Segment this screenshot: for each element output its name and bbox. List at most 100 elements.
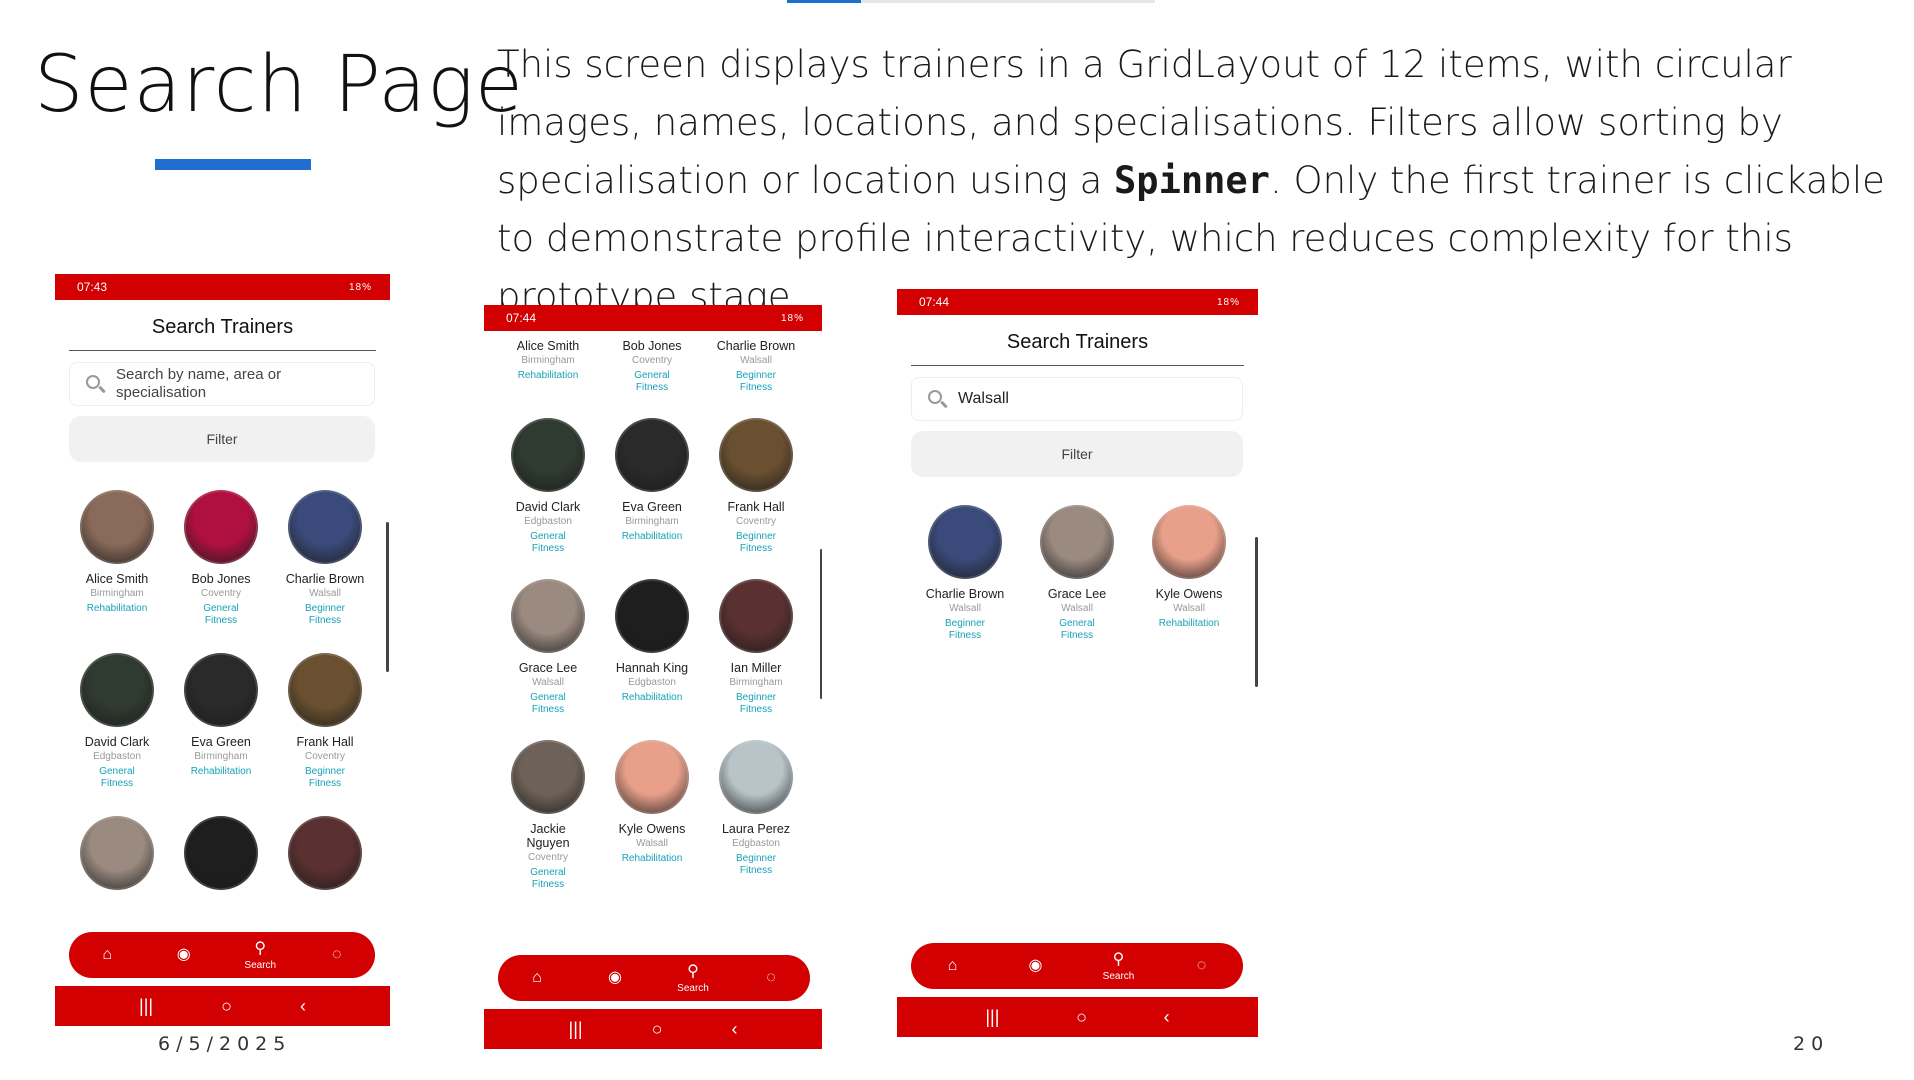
trainer-avatar (928, 505, 1002, 579)
title-divider (911, 365, 1244, 366)
status-bar: 07:43 18% (55, 274, 390, 300)
trainer-name: Eva Green (622, 500, 682, 514)
trainer-location: Birmingham (194, 751, 248, 762)
trainer-card[interactable]: Grace Lee Walsall General Fitness (1021, 505, 1133, 642)
trainer-name: Laura Perez (721, 822, 791, 836)
trainer-card[interactable]: Ian Miller Birmingham Beginner Fitness (704, 579, 808, 716)
trainer-avatar (80, 490, 154, 564)
trainer-card[interactable]: Alice Smith Birmingham Rehabilitation (496, 331, 600, 394)
trainer-card[interactable] (65, 816, 169, 903)
scrollbar[interactable] (1255, 537, 1258, 687)
trainer-card[interactable]: Hannah King Edgbaston Rehabilitation (600, 579, 704, 716)
bottom-navigation: ⌂ ◉ ⚲ Search ◌ (69, 932, 375, 978)
nav-home[interactable]: ⌂ (507, 969, 567, 987)
nav-home[interactable]: ⌂ (923, 957, 983, 975)
back-icon[interactable]: ‹ (1164, 1007, 1170, 1028)
trainer-specialisation: Beginner Fitness (944, 618, 986, 641)
trainer-location: Coventry (304, 751, 345, 762)
trainer-card[interactable]: Eva Green Birmingham Rehabilitation (169, 653, 273, 790)
trainer-name: Charlie Brown (925, 587, 1005, 601)
scrollbar[interactable] (386, 522, 389, 672)
trainer-avatar (615, 418, 689, 492)
nav-search[interactable]: ⚲ Search (663, 963, 723, 994)
trainer-specialisation: General Fitness (99, 766, 135, 789)
trainer-card[interactable]: David Clark Edgbaston General Fitness (496, 418, 600, 555)
trainer-card[interactable]: Kyle Owens Walsall Rehabilitation (600, 740, 704, 891)
trainer-avatar (1152, 505, 1226, 579)
trainer-specialisation: General Fitness (1059, 618, 1095, 641)
back-icon[interactable]: ‹ (731, 1019, 737, 1040)
trainer-card[interactable]: Charlie Brown Walsall Beginner Fitness (273, 490, 377, 627)
nav-home[interactable]: ⌂ (77, 946, 137, 964)
trainer-name: Charlie Brown (716, 339, 796, 353)
trainer-specialisation: Rehabilitation (621, 531, 683, 542)
trainer-location: Birmingham (90, 588, 144, 599)
home-button-icon[interactable]: ○ (221, 996, 232, 1017)
trainer-card[interactable]: Frank Hall Coventry Beginner Fitness (704, 418, 808, 555)
trainer-card[interactable]: Frank Hall Coventry Beginner Fitness (273, 653, 377, 790)
trainer-card[interactable] (169, 816, 273, 903)
trainer-card[interactable]: Charlie Brown Walsall Beginner Fitness (909, 505, 1021, 642)
profile-icon: ◉ (1028, 957, 1043, 974)
search-icon: ⚲ (254, 939, 267, 957)
status-time: 07:44 (506, 311, 537, 325)
trainer-name: Ian Miller (730, 661, 782, 675)
trainer-card[interactable]: Bob Jones Coventry General Fitness (600, 331, 704, 394)
trainer-card[interactable]: Jackie Nguyen Coventry General Fitness (496, 740, 600, 891)
nav-chat[interactable]: ◌ (307, 946, 367, 964)
trainer-specialisation: Beginner Fitness (735, 370, 777, 393)
trainer-card[interactable]: Grace Lee Walsall General Fitness (496, 579, 600, 716)
nav-profile[interactable]: ◉ (585, 969, 645, 987)
filter-button[interactable]: Filter (69, 416, 375, 462)
trainer-card[interactable]: Laura Perez Edgbaston Beginner Fitness (704, 740, 808, 891)
back-icon[interactable]: ‹ (300, 996, 306, 1017)
search-input[interactable]: Walsall (911, 377, 1243, 421)
trainer-card[interactable]: David Clark Edgbaston General Fitness (65, 653, 169, 790)
trainer-specialisation: Beginner Fitness (304, 766, 346, 789)
trainer-card[interactable]: Alice Smith Birmingham Rehabilitation (65, 490, 169, 627)
trainer-specialisation: Beginner Fitness (304, 603, 346, 626)
trainer-name: Bob Jones (622, 339, 682, 353)
trainer-card[interactable] (273, 816, 377, 903)
trainer-specialisation: General Fitness (203, 603, 239, 626)
home-button-icon[interactable]: ○ (652, 1019, 663, 1040)
trainer-location: Coventry (200, 588, 241, 599)
trainer-specialisation: Beginner Fitness (735, 853, 777, 876)
trainer-card[interactable]: Eva Green Birmingham Rehabilitation (600, 418, 704, 555)
trainer-name: Kyle Owens (1155, 587, 1223, 601)
trainer-location: Walsall (532, 677, 564, 688)
trainer-name: Kyle Owens (618, 822, 686, 836)
trainer-avatar (184, 490, 258, 564)
status-bar: 07:44 18% (484, 305, 822, 331)
recents-icon[interactable]: ||| (985, 1007, 999, 1028)
trainer-name: Charlie Brown (285, 572, 365, 586)
nav-chat[interactable]: ◌ (1172, 957, 1232, 975)
nav-profile[interactable]: ◉ (154, 946, 214, 964)
trainer-avatar (719, 579, 793, 653)
trainer-specialisation: Rehabilitation (517, 370, 579, 381)
trainer-card[interactable]: Bob Jones Coventry General Fitness (169, 490, 273, 627)
trainer-name: David Clark (515, 500, 581, 514)
recents-icon[interactable]: ||| (569, 1019, 583, 1040)
recents-icon[interactable]: ||| (139, 996, 153, 1017)
trainer-location: Coventry (527, 852, 568, 863)
search-input[interactable]: Search by name, area or specialisation (69, 362, 375, 406)
status-bar: 07:44 18% (897, 289, 1258, 315)
trainer-location: Walsall (740, 355, 772, 366)
nav-search[interactable]: ⚲ Search (230, 940, 290, 971)
trainer-avatar (615, 740, 689, 814)
nav-search[interactable]: ⚲ Search (1089, 951, 1149, 982)
home-button-icon[interactable]: ○ (1076, 1007, 1087, 1028)
trainer-avatar (615, 579, 689, 653)
nav-profile[interactable]: ◉ (1006, 957, 1066, 975)
trainer-grid: Charlie Brown Walsall Beginner Fitness Grac… (909, 505, 1245, 642)
filter-button[interactable]: Filter (911, 431, 1243, 477)
trainer-avatar (511, 579, 585, 653)
trainer-card[interactable]: Charlie Brown Walsall Beginner Fitness (704, 331, 808, 394)
nav-chat[interactable]: ◌ (741, 969, 801, 987)
trainer-avatar (511, 740, 585, 814)
scrollbar[interactable] (820, 549, 822, 699)
search-value: Walsall (958, 390, 1009, 407)
nav-search-label: Search (244, 959, 277, 971)
trainer-card[interactable]: Kyle Owens Walsall Rehabilitation (1133, 505, 1245, 642)
